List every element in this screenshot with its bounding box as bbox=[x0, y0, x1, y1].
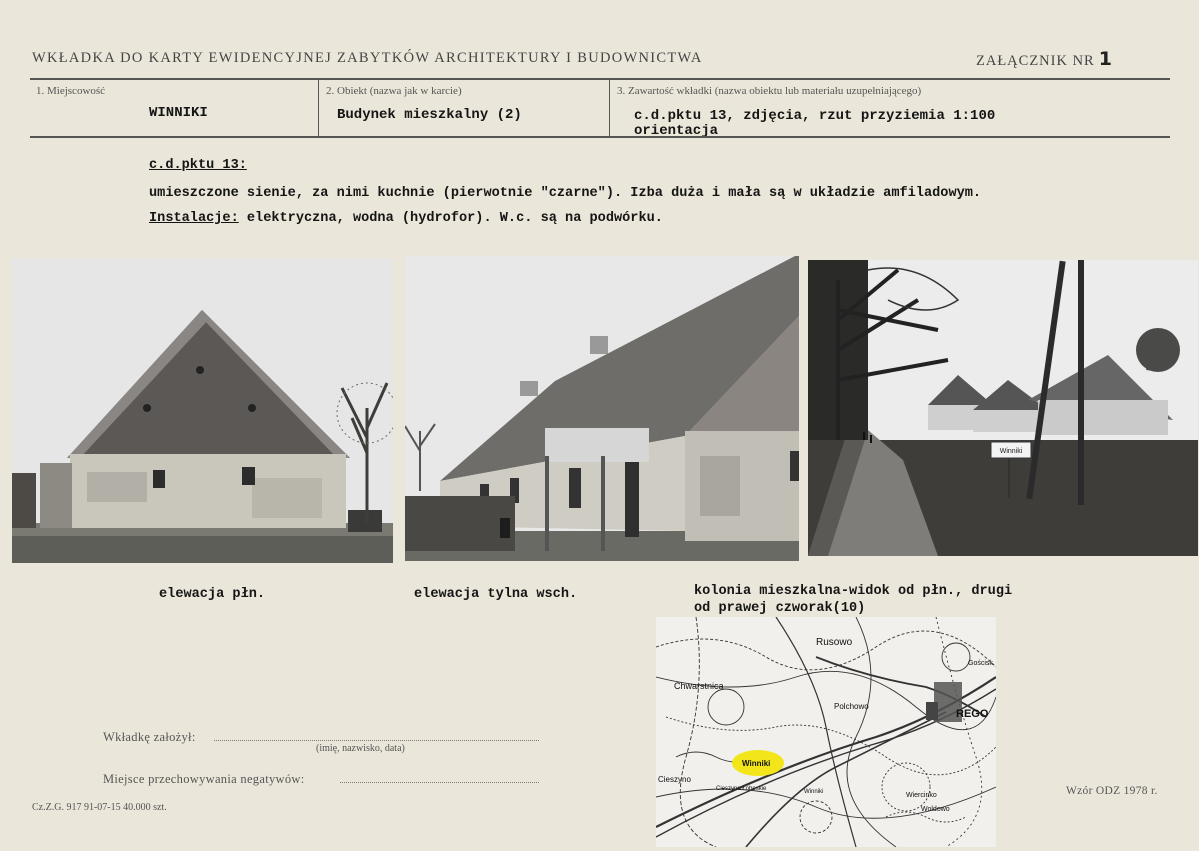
form-title: WKŁADKA DO KARTY EWIDENCYJNEJ ZABYTKÓW A… bbox=[32, 50, 703, 66]
photo-settlement-view: Winniki bbox=[808, 260, 1198, 556]
caption-photo-3-line-1: kolonia mieszkalna-widok od płn., drugi bbox=[694, 584, 1013, 599]
fields-rule bbox=[30, 136, 1170, 138]
field-contents-label: 3. Zawartość wkładki (nazwa obiektu lub … bbox=[617, 85, 922, 97]
map-label-woldowo: Woldowo bbox=[921, 806, 950, 813]
top-rule bbox=[30, 78, 1170, 80]
annex-label-text: ZAŁĄCZNIK NR bbox=[976, 53, 1095, 69]
map-label-goscisk: Gościsk bbox=[968, 660, 993, 667]
map-label-cieszyno: Cieszyno bbox=[658, 775, 691, 784]
map-label-winniki: Winniki bbox=[742, 759, 770, 768]
road-sign-text: Winniki bbox=[1000, 448, 1023, 455]
field-object-label: 2. Obiekt (nazwa jak w karcie) bbox=[326, 85, 462, 97]
map-label-wiercinko: Wiercinko bbox=[906, 792, 937, 799]
field-locality-label: 1. Miejscowość bbox=[36, 85, 106, 97]
annex-label: ZAŁĄCZNIK NR 1 bbox=[976, 48, 1113, 70]
map-label-winniki-2: Winniki bbox=[804, 789, 823, 795]
map-label-polchowo: Polchowo bbox=[834, 702, 869, 711]
field-divider-1 bbox=[318, 80, 319, 137]
field-contents-value-2: orientacja bbox=[634, 123, 719, 136]
field-object-value: Budynek mieszkalny (2) bbox=[337, 107, 522, 123]
body-line-1: umieszczone sienie, za nimi kuchnie (pie… bbox=[149, 186, 982, 201]
body-line-2: Instalacje: elektryczna, wodna (hydrofor… bbox=[149, 211, 663, 226]
field-divider-2 bbox=[609, 80, 610, 137]
caption-photo-1: elewacja płn. bbox=[159, 587, 266, 602]
section-heading: c.d.pktu 13: bbox=[149, 158, 247, 173]
map-label-rusowo: Rusowo bbox=[816, 637, 853, 648]
caption-photo-3-line-2: od prawej czworak(10) bbox=[694, 601, 866, 616]
founded-by-label: Wkładkę założył: bbox=[103, 730, 196, 744]
annex-number: 1 bbox=[1098, 48, 1113, 70]
founded-by-hint: (imię, nazwisko, data) bbox=[316, 743, 405, 754]
installations-label: Instalacje: bbox=[149, 211, 239, 226]
print-info: Cz.Z.G. 917 91-07-15 40.000 szt. bbox=[32, 802, 167, 813]
field-locality-value: WINNIKI bbox=[149, 105, 208, 121]
photo-rear-east-elevation bbox=[405, 256, 799, 561]
form-model: Wzór ODZ 1978 r. bbox=[1066, 785, 1158, 797]
negatives-storage-line bbox=[340, 782, 539, 783]
map-label-lobeskie: Cieszyno Łobeskie bbox=[716, 786, 767, 792]
map-label-trzebiatow: REGO bbox=[956, 708, 989, 720]
founded-by-line bbox=[214, 740, 539, 741]
caption-photo-2: elewacja tylna wsch. bbox=[414, 587, 578, 602]
photo-north-elevation bbox=[12, 258, 393, 563]
negatives-storage-label: Miejsce przechowywania negatywów: bbox=[103, 772, 305, 786]
field-contents-value-1: c.d.pktu 13, zdjęcia, rzut przyziemia 1:… bbox=[634, 108, 996, 124]
installations-text: elektryczna, wodna (hydrofor). W.c. są n… bbox=[238, 211, 663, 226]
map-label-chwarstnica: Chwarstnica bbox=[674, 681, 724, 691]
orientation-map: Rusowo Gościsk Chwarstnica Polchowo REGO… bbox=[656, 617, 996, 847]
